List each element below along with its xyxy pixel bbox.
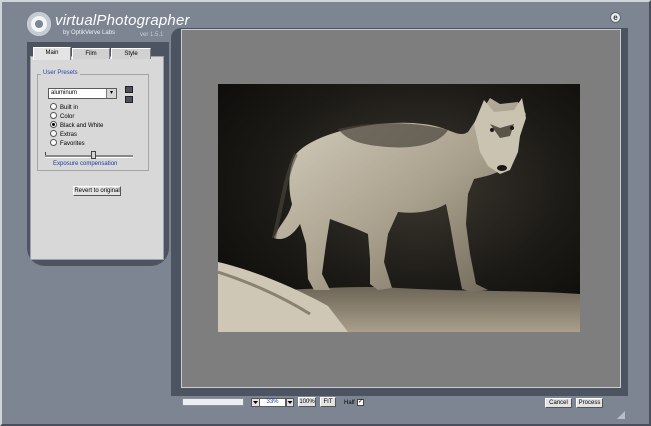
radio-favorites[interactable]: Favorites [50, 139, 85, 149]
radio-label: Color [60, 114, 75, 121]
delete-preset-button[interactable] [125, 96, 133, 103]
app-subtitle: by OptikVerve Labs [63, 30, 116, 36]
app-title: virtualPhotographer [55, 12, 190, 29]
radio-circle[interactable] [50, 112, 57, 119]
radio-circle[interactable] [50, 130, 57, 137]
progress-bar [182, 398, 244, 406]
radio-label: Black and White [60, 123, 104, 130]
half-label: Half [344, 400, 355, 406]
exposure-slider-thumb[interactable] [91, 151, 97, 159]
globe-icon[interactable]: e [610, 12, 621, 23]
tab-main[interactable]: Main [33, 47, 71, 60]
radio-label: Built in [60, 105, 79, 112]
exposure-slider-track[interactable] [45, 155, 133, 158]
resize-grip-icon[interactable] [617, 411, 625, 419]
radio-label: Favorites [60, 141, 85, 148]
app-version: ver 1.5.1 [140, 32, 164, 38]
radio-label: Extras [60, 132, 78, 139]
half-checkbox[interactable]: ✓ [357, 399, 364, 406]
radio-circle[interactable] [50, 121, 57, 128]
save-preset-button[interactable] [125, 86, 133, 93]
exposure-label: Exposure compensation [53, 161, 118, 167]
radio-circle[interactable] [50, 139, 57, 146]
revert-button[interactable]: Revert to original [73, 186, 121, 196]
fit-button[interactable]: FIT [320, 397, 336, 407]
cancel-button[interactable]: Cancel [545, 398, 572, 408]
zoom-dropdown-icon[interactable] [286, 398, 294, 407]
preset-select-value: aluminum [51, 90, 78, 96]
preset-select[interactable]: aluminum ▾ [48, 88, 117, 99]
tab-style[interactable]: Style [111, 48, 151, 59]
app-logo: virtualPhotographer by OptikVerve Labs v… [27, 12, 190, 42]
chevron-down-icon[interactable]: ▾ [106, 89, 116, 98]
photo-preview [218, 84, 580, 332]
lens-logo-icon [27, 12, 51, 36]
zoom-100-button[interactable]: 100% [298, 397, 316, 407]
tab-bar: Main Film Style [33, 47, 153, 60]
user-presets-title: User Presets [41, 70, 80, 76]
zoom-field[interactable]: 33% [259, 398, 286, 407]
process-button[interactable]: Process [576, 398, 603, 408]
radio-black-and-white[interactable]: Black and White [50, 121, 104, 131]
tab-film[interactable]: Film [72, 48, 110, 59]
radio-circle[interactable] [50, 103, 57, 110]
